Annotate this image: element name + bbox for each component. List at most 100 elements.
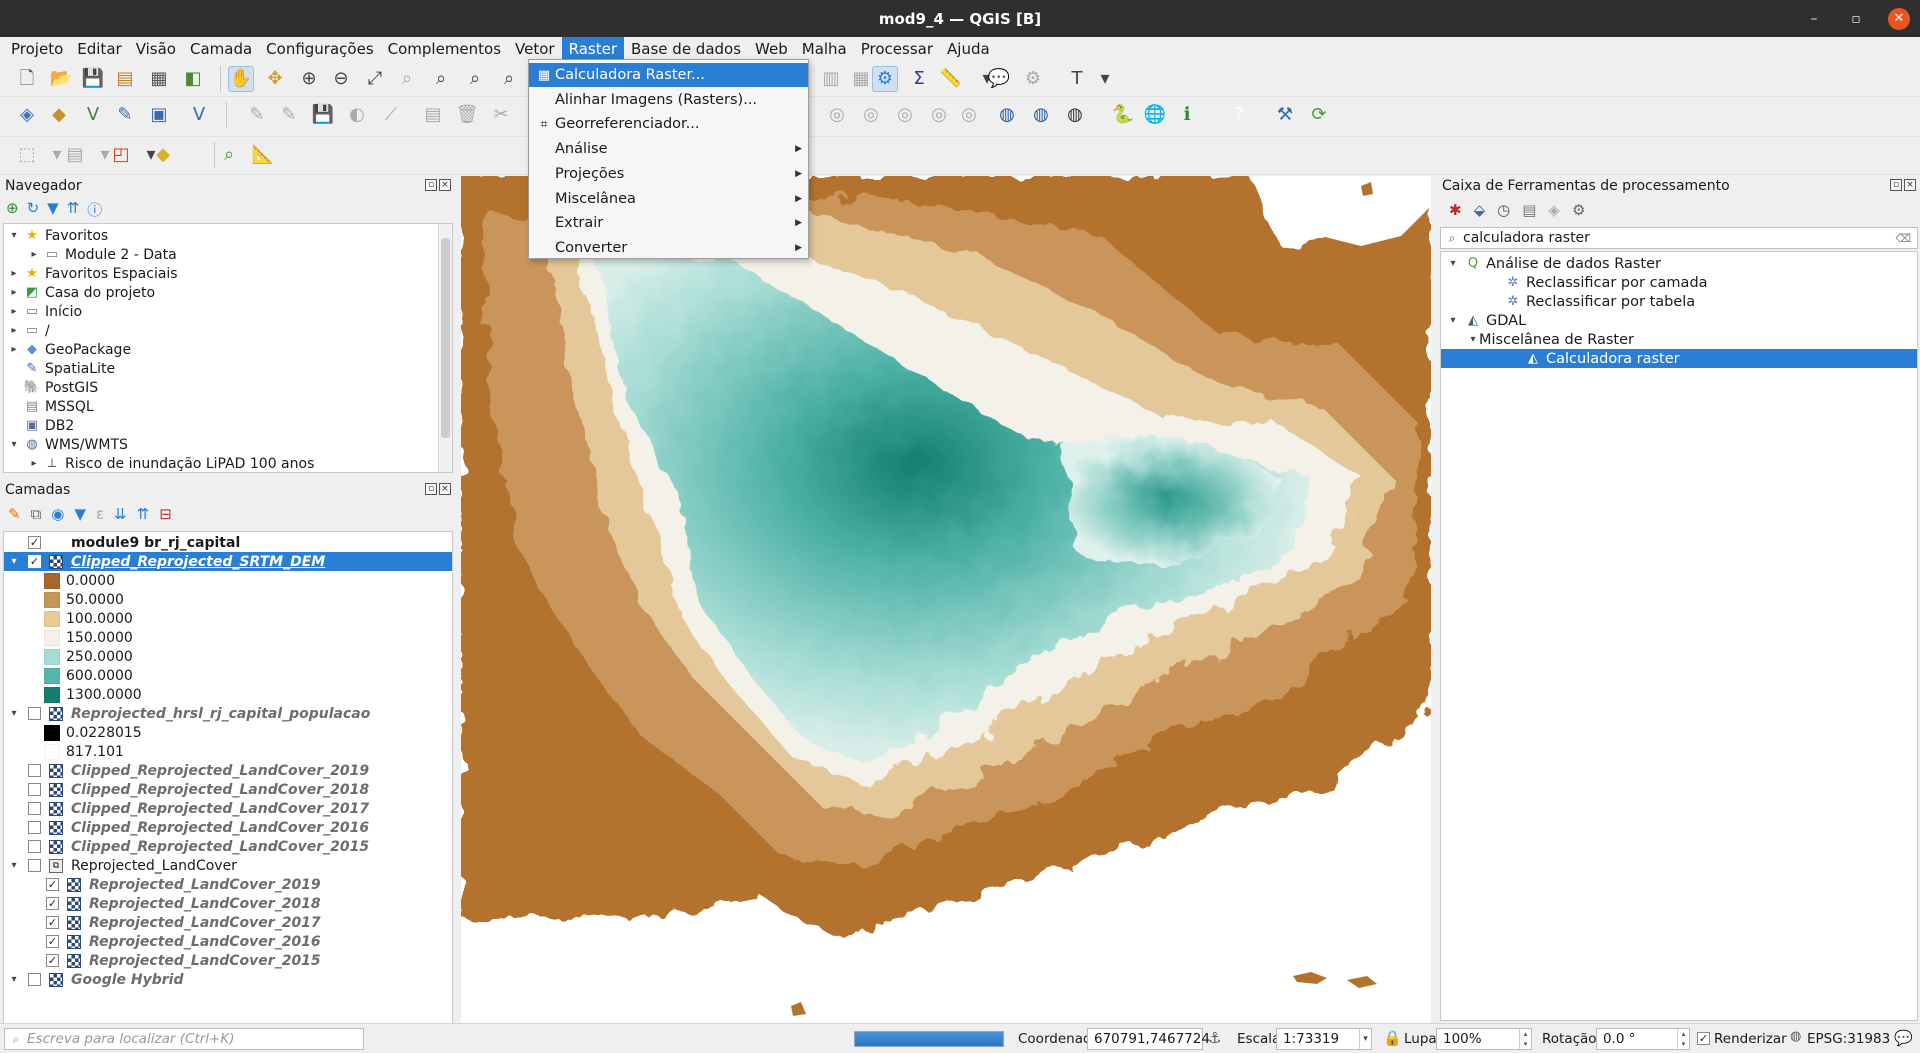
layer-visibility-checkbox[interactable]: [28, 783, 41, 796]
open-project-icon[interactable]: 📂: [48, 66, 74, 92]
scale-combo[interactable]: 1:73319 ▾: [1276, 1028, 1372, 1050]
menu-complementos[interactable]: Complementos: [381, 37, 508, 61]
layer-visibility-checkbox[interactable]: [28, 840, 41, 853]
new-vector-icon[interactable]: V: [80, 102, 106, 128]
pan-to-selection-icon[interactable]: ✥: [262, 66, 288, 92]
style-icon[interactable]: ✎: [8, 505, 21, 523]
expanded-caret-icon[interactable]: ▾: [8, 230, 20, 241]
layer-visibility-checkbox[interactable]: ✓: [28, 536, 41, 549]
menu-visão[interactable]: Visão: [129, 37, 183, 61]
layer-item[interactable]: Clipped_Reprojected_LandCover_2015: [4, 837, 452, 856]
menu-projeto[interactable]: Projeto: [4, 37, 70, 61]
menu-ajuda[interactable]: Ajuda: [940, 37, 997, 61]
raster-menu-item[interactable]: Miscelânea ▶: [529, 187, 808, 211]
measure-tool-icon[interactable]: 📐: [250, 142, 276, 168]
add-wcs-layer-icon[interactable]: ◍: [1028, 102, 1054, 128]
layer-visibility-checkbox[interactable]: [28, 707, 41, 720]
close-icon[interactable]: ×: [439, 483, 451, 495]
menu-processar[interactable]: Processar: [854, 37, 940, 61]
data-source-manager-icon[interactable]: ◈: [14, 102, 40, 128]
edit-pencil-icon[interactable]: ✎: [276, 102, 302, 128]
layout-manager-icon[interactable]: ▦: [146, 66, 172, 92]
coordinate-extent-toggle-icon[interactable]: ⚓: [1208, 1029, 1221, 1047]
map-canvas[interactable]: [461, 176, 1431, 1023]
menu-camada[interactable]: Camada: [183, 37, 259, 61]
layer-visibility-checkbox[interactable]: ✓: [46, 954, 59, 967]
locator-search-icon[interactable]: ⌕: [216, 142, 242, 168]
layer-styling-icon[interactable]: ▥: [818, 66, 844, 92]
processing-toolbox-icon[interactable]: ⚙: [872, 66, 898, 92]
expanded-caret-icon[interactable]: ▾: [8, 708, 20, 719]
dropdown-arrow-icon[interactable]: ▾: [1092, 66, 1118, 92]
remove-layer-icon[interactable]: ⊟: [159, 505, 172, 523]
close-button[interactable]: ✕: [1888, 7, 1910, 30]
clear-search-icon[interactable]: ⌫: [1895, 232, 1911, 245]
layer-visibility-checkbox[interactable]: [28, 973, 41, 986]
save-edits-icon[interactable]: 💾: [310, 102, 336, 128]
raster-menu-item[interactable]: Alinhar Imagens (Rasters)...: [529, 88, 808, 112]
layout-grid-icon[interactable]: ▦: [848, 66, 874, 92]
raster-menu-item[interactable]: Converter ▶: [529, 236, 808, 260]
python-scripts-icon[interactable]: ⬙: [1474, 201, 1486, 219]
float-icon[interactable]: ▫: [1890, 179, 1902, 191]
raster-menu-item[interactable]: Extrair ▶: [529, 211, 808, 235]
maximize-button[interactable]: ▫: [1846, 9, 1866, 29]
history-icon[interactable]: ◷: [1497, 201, 1510, 219]
browser-item[interactable]: 🐘 PostGIS: [8, 378, 98, 397]
plugin-tool-icon[interactable]: ⚒: [1272, 102, 1298, 128]
rotation-spinbox[interactable]: 0.0 ° ▴ ▾: [1596, 1028, 1690, 1050]
browser-item[interactable]: ✎ SpatiaLite: [8, 359, 116, 378]
minimize-button[interactable]: –: [1804, 9, 1824, 29]
filter-icon[interactable]: ▼: [74, 505, 86, 523]
menu-vetor[interactable]: Vetor: [508, 37, 562, 61]
expanded-caret-icon[interactable]: ▾: [8, 860, 20, 871]
float-icon[interactable]: ▫: [425, 483, 437, 495]
spin-arrows-icon[interactable]: ▴ ▾: [1519, 1029, 1531, 1049]
menu-configurações[interactable]: Configurações: [259, 37, 380, 61]
select-value-icon[interactable]: ◎: [956, 102, 982, 128]
spin-arrows-icon[interactable]: ▴ ▾: [1677, 1029, 1689, 1049]
refresh-icon[interactable]: ↻: [27, 199, 40, 220]
collapsed-caret-icon[interactable]: ▸: [8, 306, 20, 317]
layer-item[interactable]: ✓ Reprojected_LandCover_2015: [4, 951, 452, 970]
collapsed-caret-icon[interactable]: ▸: [8, 325, 20, 336]
layer-item[interactable]: ▾ Reprojected_hrsl_rj_capital_populacao: [4, 704, 452, 723]
add-wfs-layer-icon[interactable]: ◍: [1062, 102, 1088, 128]
zoom-native-icon[interactable]: ⌕: [462, 66, 488, 92]
python-console-icon[interactable]: 🐍: [1110, 102, 1136, 128]
raster-menu-item[interactable]: Projeções ▶: [529, 162, 808, 186]
layer-visibility-checkbox[interactable]: [28, 859, 41, 872]
processing-search[interactable]: ⌕ calculadora raster ⌫: [1440, 227, 1918, 249]
layer-item[interactable]: ✓ module9 br_rj_capital: [4, 533, 452, 552]
layer-visibility-checkbox[interactable]: ✓: [46, 897, 59, 910]
help-icon[interactable]: ?: [1226, 102, 1252, 128]
close-icon[interactable]: ×: [1904, 179, 1916, 191]
layer-item[interactable]: ▾ ⧉ Reprojected_LandCover: [4, 856, 452, 875]
layer-item[interactable]: ▾ Google Hybrid: [4, 970, 452, 989]
raster-menu-item[interactable]: ▦ Calculadora Raster...: [529, 63, 808, 87]
lock-scale-icon[interactable]: 🔒: [1383, 1029, 1402, 1047]
expanded-caret-icon[interactable]: ▾: [8, 439, 20, 450]
select-by-location-icon[interactable]: ◆: [150, 142, 176, 168]
eye-icon[interactable]: ◉: [51, 505, 64, 523]
results-viewer-icon[interactable]: ▤: [1522, 201, 1536, 219]
metasearch-icon[interactable]: ℹ: [1174, 102, 1200, 128]
select-features-icon[interactable]: ◎: [858, 102, 884, 128]
coordinate-field[interactable]: 670791,7467724: [1087, 1028, 1210, 1050]
zoom-layer-icon[interactable]: ⌕: [428, 66, 454, 92]
filter-expression-icon[interactable]: ε: [96, 505, 104, 523]
browser-item[interactable]: ▸ ▭ Início: [8, 302, 82, 321]
browser-item[interactable]: ▣ DB2: [8, 416, 74, 435]
expanded-caret-icon[interactable]: ▾: [1447, 315, 1459, 326]
temporary-layer-icon[interactable]: ▣: [146, 102, 172, 128]
globe-icon[interactable]: 🌐: [1142, 102, 1168, 128]
expanded-caret-icon[interactable]: ▾: [1447, 258, 1459, 269]
layer-item[interactable]: ✓ Reprojected_LandCover_2019: [4, 875, 452, 894]
open-table-icon[interactable]: ◎: [926, 102, 952, 128]
add-group-icon[interactable]: ⧉: [31, 505, 42, 523]
layer-visibility-checkbox[interactable]: ✓: [46, 878, 59, 891]
map-tips-icon[interactable]: 💬: [986, 66, 1012, 92]
edit-features-icon[interactable]: ◈: [1548, 201, 1560, 219]
browser-item[interactable]: ▸ ▭ /: [8, 321, 49, 340]
raster-menu-item[interactable]: ⌗ Georreferenciador...: [529, 112, 808, 136]
